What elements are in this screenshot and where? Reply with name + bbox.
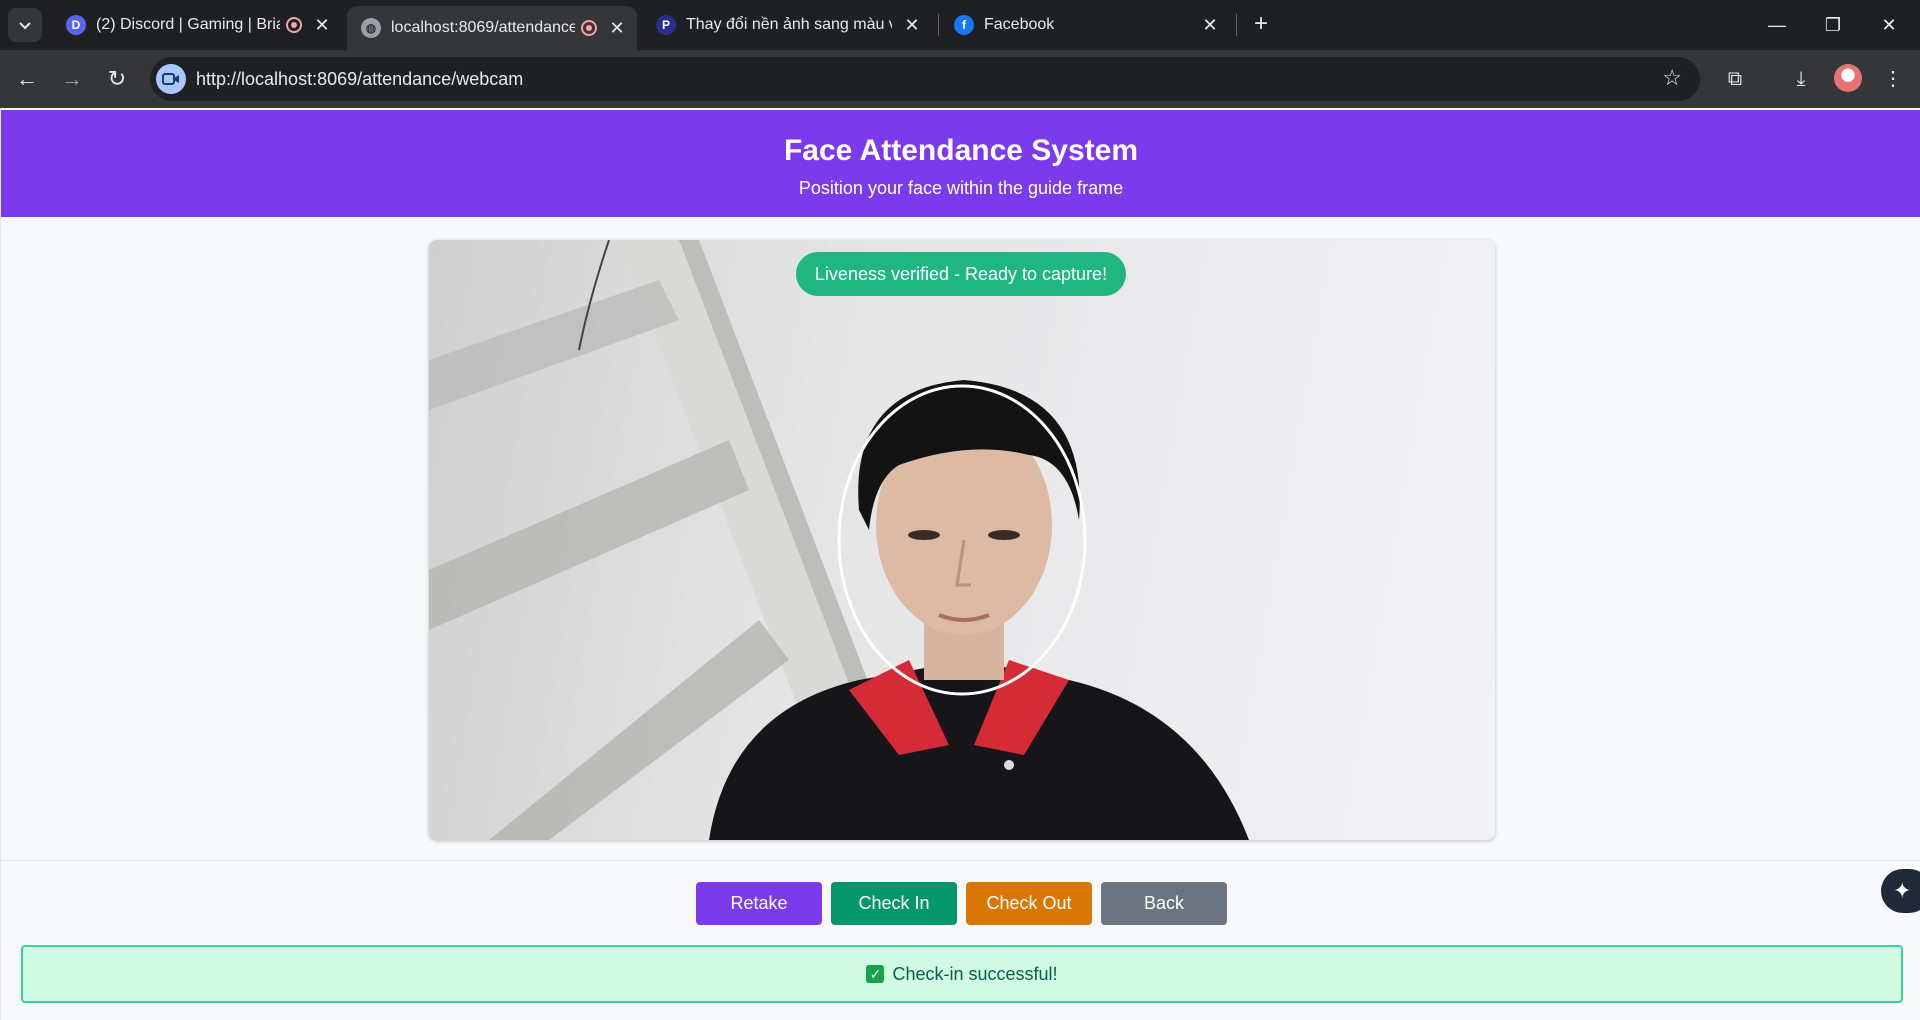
close-tab-icon[interactable]: ✕ <box>605 18 629 39</box>
tab-title: Thay đổi nền ảnh sang màu vàn <box>686 16 892 33</box>
back-button[interactable]: Back <box>1101 882 1227 925</box>
discord-icon: D <box>66 15 86 35</box>
page-subtitle: Position your face within the guide fram… <box>798 178 1124 198</box>
retake-button[interactable]: Retake <box>696 882 822 925</box>
minimize-button[interactable]: — <box>1754 8 1800 42</box>
facebook-icon: f <box>954 15 974 35</box>
tab-discord[interactable]: D (2) Discord | Gaming | Brian ✕ <box>52 6 342 44</box>
back-arrow-icon[interactable]: ← <box>10 62 44 96</box>
tab-search-button[interactable] <box>8 8 42 42</box>
browser-toolbar: ← → ↻ http://localhost:8069/attendance/w… <box>0 50 1920 108</box>
camera-permission-icon[interactable] <box>156 64 186 94</box>
extensions-icon[interactable]: ⧉ <box>1718 62 1752 96</box>
reload-icon[interactable]: ↻ <box>100 62 134 96</box>
download-icon[interactable]: ⤓ <box>1784 62 1818 96</box>
tab-title: (2) Discord | Gaming | Brian <box>96 16 280 33</box>
tab-facebook[interactable]: f Facebook ✕ <box>940 6 1230 44</box>
check-in-button[interactable]: Check In <box>831 882 957 925</box>
tab-title: localhost:8069/attendance/ <box>391 19 575 36</box>
status-text: Check-in successful! <box>892 963 1058 984</box>
page-title: Face Attendance System <box>783 134 1139 167</box>
close-tab-icon[interactable]: ✕ <box>310 15 334 36</box>
menu-kebab-icon[interactable]: ⋮ <box>1876 62 1910 96</box>
chevron-down-icon <box>19 22 31 30</box>
new-tab-button[interactable]: + <box>1246 10 1276 40</box>
browser-tab-bar: D (2) Discord | Gaming | Brian ✕ ◍ local… <box>0 0 1920 50</box>
sparkle-assistant-button[interactable]: ✦ <box>1881 869 1920 913</box>
url-text: http://localhost:8069/attendance/webcam <box>196 68 524 89</box>
check-square-icon: ✓ <box>866 965 885 983</box>
address-bar[interactable]: http://localhost:8069/attendance/webcam … <box>150 57 1700 101</box>
forward-arrow-icon[interactable]: → <box>55 62 89 96</box>
page-header: Face Attendance System Position your fac… <box>1 110 1920 217</box>
close-window-button[interactable]: ✕ <box>1866 8 1912 42</box>
close-tab-icon[interactable]: ✕ <box>900 15 924 36</box>
tab-attendance[interactable]: ◍ localhost:8069/attendance/ ✕ <box>347 6 637 50</box>
status-message: ✓ Check-in successful! <box>21 945 1903 1003</box>
section-divider <box>1 860 1920 861</box>
tab-separator <box>938 14 939 36</box>
tab-background-editor[interactable]: P Thay đổi nền ảnh sang màu vàn ✕ <box>642 6 932 44</box>
restore-button[interactable]: ❐ <box>1810 8 1856 42</box>
profile-avatar[interactable] <box>1834 64 1862 92</box>
tab-separator <box>1236 14 1237 36</box>
close-tab-icon[interactable]: ✕ <box>1198 15 1222 36</box>
globe-icon: ◍ <box>361 18 381 38</box>
bookmark-star-icon[interactable]: ☆ <box>1662 65 1682 91</box>
webcam-preview: Liveness verified - Ready to capture! <box>429 240 1495 840</box>
tab-title: Facebook <box>984 16 1055 33</box>
action-bar: Retake Check In Check Out Back <box>1 882 1920 926</box>
recording-icon <box>581 20 597 36</box>
attendance-page: Face Attendance System Position your fac… <box>0 108 1920 1020</box>
webcam-frame-image <box>429 240 1249 840</box>
liveness-status-badge: Liveness verified - Ready to capture! <box>796 252 1126 296</box>
p-logo-icon: P <box>656 15 676 35</box>
check-out-button[interactable]: Check Out <box>966 882 1092 925</box>
recording-icon <box>286 17 302 33</box>
